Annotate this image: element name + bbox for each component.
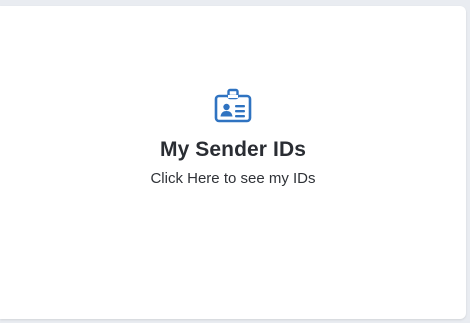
card-title: My Sender IDs: [159, 138, 306, 161]
sender-ids-card[interactable]: My Sender IDs Click Here to see my IDs: [0, 6, 466, 319]
card-subtitle[interactable]: Click Here to see my IDs: [150, 170, 315, 188]
id-badge-icon: [213, 88, 253, 128]
